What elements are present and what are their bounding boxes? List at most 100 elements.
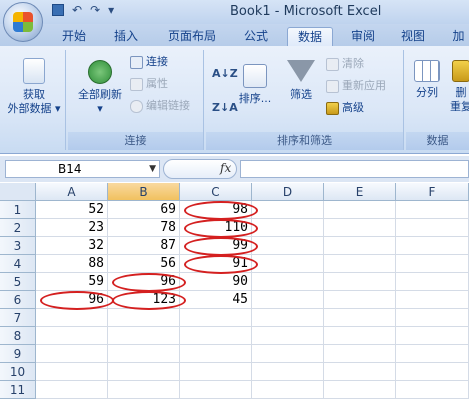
cell-F8[interactable] <box>396 327 469 345</box>
cell-E11[interactable] <box>324 381 396 399</box>
cell-F7[interactable] <box>396 309 469 327</box>
cell-D1[interactable] <box>252 201 324 219</box>
customize-toolbar-icon[interactable]: ▾ <box>108 3 114 17</box>
tab-review[interactable]: 审阅 <box>343 27 383 46</box>
cell-D9[interactable] <box>252 345 324 363</box>
save-icon[interactable] <box>52 4 64 16</box>
cell-B10[interactable] <box>108 363 180 381</box>
row-header-7[interactable]: 7 <box>0 309 36 327</box>
row-header-10[interactable]: 10 <box>0 363 36 381</box>
cell-E9[interactable] <box>324 345 396 363</box>
cell-D6[interactable] <box>252 291 324 309</box>
sort-button[interactable]: 排序... <box>236 64 274 106</box>
cell-C10[interactable] <box>180 363 252 381</box>
cell-B8[interactable] <box>108 327 180 345</box>
cell-B11[interactable] <box>108 381 180 399</box>
name-box-dropdown-icon[interactable]: ▼ <box>149 161 156 177</box>
column-header-C[interactable]: C <box>180 183 252 201</box>
cell-B6[interactable]: 123 <box>108 291 180 309</box>
tab-page-layout[interactable]: 页面布局 <box>160 27 224 46</box>
insert-function-button[interactable]: fx <box>220 161 231 175</box>
cell-F11[interactable] <box>396 381 469 399</box>
get-external-data-button[interactable]: 获取 外部数据 ▾ <box>4 58 64 116</box>
cell-D7[interactable] <box>252 309 324 327</box>
cell-A6[interactable]: 96 <box>36 291 108 309</box>
select-all-corner[interactable] <box>0 183 36 201</box>
cell-A4[interactable]: 88 <box>36 255 108 273</box>
tab-view[interactable]: 视图 <box>393 27 433 46</box>
cell-C2[interactable]: 110 <box>180 219 252 237</box>
cell-F2[interactable] <box>396 219 469 237</box>
cell-E4[interactable] <box>324 255 396 273</box>
cell-D4[interactable] <box>252 255 324 273</box>
cell-B1[interactable]: 69 <box>108 201 180 219</box>
name-box[interactable]: B14 ▼ <box>5 160 160 178</box>
cell-E6[interactable] <box>324 291 396 309</box>
cell-E8[interactable] <box>324 327 396 345</box>
row-header-8[interactable]: 8 <box>0 327 36 345</box>
column-header-A[interactable]: A <box>36 183 108 201</box>
cell-C7[interactable] <box>180 309 252 327</box>
row-header-2[interactable]: 2 <box>0 219 36 237</box>
cell-C5[interactable]: 90 <box>180 273 252 291</box>
cell-D3[interactable] <box>252 237 324 255</box>
tab-home[interactable]: 开始 <box>52 27 96 46</box>
cell-D8[interactable] <box>252 327 324 345</box>
refresh-all-button[interactable]: 全部刷新 ▾ <box>72 60 128 116</box>
cell-B7[interactable] <box>108 309 180 327</box>
cell-E2[interactable] <box>324 219 396 237</box>
cell-A5[interactable]: 59 <box>36 273 108 291</box>
row-header-11[interactable]: 11 <box>0 381 36 399</box>
cell-A8[interactable] <box>36 327 108 345</box>
office-button[interactable] <box>3 2 43 42</box>
cell-A10[interactable] <box>36 363 108 381</box>
sort-asc-button[interactable]: A↓Z <box>212 66 238 82</box>
cell-D5[interactable] <box>252 273 324 291</box>
cell-C1[interactable]: 98 <box>180 201 252 219</box>
tab-data[interactable]: 数据 <box>287 27 333 46</box>
column-header-F[interactable]: F <box>396 183 469 201</box>
sort-desc-button[interactable]: Z↓A <box>212 100 238 116</box>
column-header-B[interactable]: B <box>108 183 180 201</box>
row-header-4[interactable]: 4 <box>0 255 36 273</box>
cell-E1[interactable] <box>324 201 396 219</box>
cell-A1[interactable]: 52 <box>36 201 108 219</box>
filter-button[interactable]: 筛选 <box>282 60 320 102</box>
undo-icon[interactable]: ↶ <box>72 3 82 17</box>
advanced-button[interactable]: 高级 <box>326 100 364 116</box>
cell-D2[interactable] <box>252 219 324 237</box>
column-header-D[interactable]: D <box>252 183 324 201</box>
tab-formulas[interactable]: 公式 <box>236 27 276 46</box>
cell-F6[interactable] <box>396 291 469 309</box>
cell-A7[interactable] <box>36 309 108 327</box>
cell-A9[interactable] <box>36 345 108 363</box>
cell-A11[interactable] <box>36 381 108 399</box>
text-to-columns-button[interactable]: 分列 <box>410 60 444 100</box>
clear-button[interactable]: 清除 <box>326 56 364 72</box>
cell-D11[interactable] <box>252 381 324 399</box>
cell-E5[interactable] <box>324 273 396 291</box>
cell-B2[interactable]: 78 <box>108 219 180 237</box>
column-header-E[interactable]: E <box>324 183 396 201</box>
cell-F3[interactable] <box>396 237 469 255</box>
row-header-5[interactable]: 5 <box>0 273 36 291</box>
remove-duplicates-button[interactable]: 删 重复 <box>450 60 469 114</box>
row-header-1[interactable]: 1 <box>0 201 36 219</box>
redo-icon[interactable]: ↷ <box>90 3 100 17</box>
cell-C11[interactable] <box>180 381 252 399</box>
cell-A3[interactable]: 32 <box>36 237 108 255</box>
cell-C3[interactable]: 99 <box>180 237 252 255</box>
cell-F4[interactable] <box>396 255 469 273</box>
cell-B9[interactable] <box>108 345 180 363</box>
cell-E3[interactable] <box>324 237 396 255</box>
cell-F5[interactable] <box>396 273 469 291</box>
cell-D10[interactable] <box>252 363 324 381</box>
cell-C6[interactable]: 45 <box>180 291 252 309</box>
edit-links-button[interactable]: 编辑链接 <box>130 98 190 114</box>
cell-F9[interactable] <box>396 345 469 363</box>
cell-F1[interactable] <box>396 201 469 219</box>
reapply-button[interactable]: 重新应用 <box>326 78 386 94</box>
cell-E7[interactable] <box>324 309 396 327</box>
row-header-3[interactable]: 3 <box>0 237 36 255</box>
cell-C9[interactable] <box>180 345 252 363</box>
